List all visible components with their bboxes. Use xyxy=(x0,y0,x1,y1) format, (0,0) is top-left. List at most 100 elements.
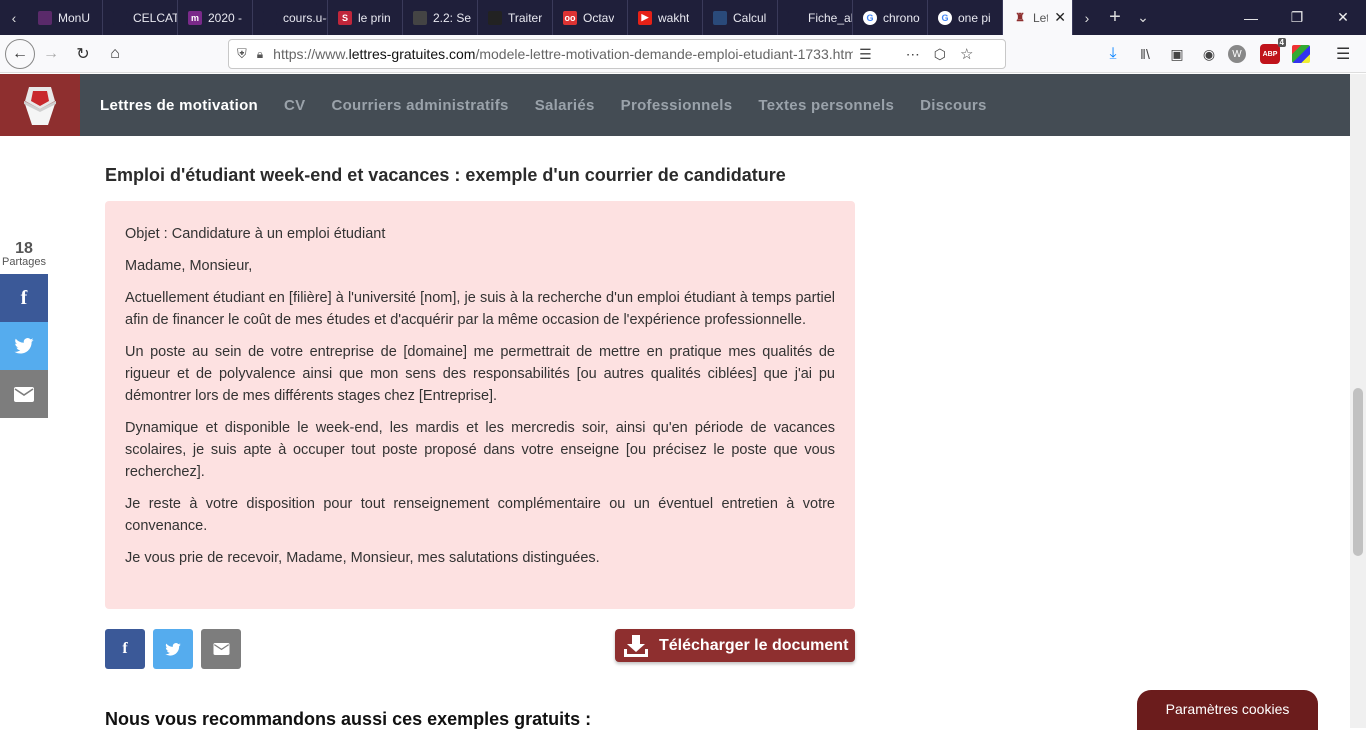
scrollbar-thumb[interactable] xyxy=(1353,388,1363,556)
browser-tab[interactable]: Gchrono xyxy=(853,0,928,35)
tab-favicon-icon: S xyxy=(338,10,352,25)
url-bar[interactable]: ⛨ 🔒︎ https://www.lettres-gratuites.com/m… xyxy=(228,39,1006,69)
nav-item[interactable]: Textes personnels xyxy=(758,97,894,114)
browser-tab[interactable]: ▶ wakht xyxy=(628,0,703,35)
adblock-badge: 4 xyxy=(1277,38,1286,47)
library-icon[interactable]: ‖\ xyxy=(1132,46,1158,62)
cookie-settings-label: Paramètres cookies xyxy=(1165,701,1290,717)
reload-icon[interactable]: ↻ xyxy=(67,38,99,70)
browser-tab[interactable]: Calcul xyxy=(703,0,778,35)
tab-close-icon[interactable]: ✕ xyxy=(1054,9,1066,26)
tab-title: cours.u-ce xyxy=(283,10,327,25)
reader-view-icon[interactable]: ☰ xyxy=(859,46,872,63)
extension-color-icon[interactable] xyxy=(1292,45,1310,63)
window-controls: — ❐ ✕ xyxy=(1228,0,1366,35)
browser-tab[interactable]: CELCAT Ca xyxy=(103,0,178,35)
side-facebook-share-button[interactable]: f xyxy=(0,274,48,322)
back-icon[interactable]: ← xyxy=(5,38,35,69)
tab-active-title: Let xyxy=(1033,10,1049,25)
home-icon[interactable]: ⌂ xyxy=(99,38,131,70)
page-actions-icon[interactable]: ⋯ xyxy=(906,46,920,63)
tab-favicon-icon xyxy=(788,10,802,25)
letter-paragraph: Objet : Candidature à un emploi étudiant xyxy=(125,226,386,242)
site-favicon-icon: ♜ xyxy=(1015,12,1025,24)
cookie-settings-button[interactable]: Paramètres cookies xyxy=(1137,690,1318,730)
tab-title: 2.2: Se xyxy=(433,10,472,25)
account-icon[interactable]: ◉ xyxy=(1196,46,1222,63)
tab-title: one pi xyxy=(958,10,991,25)
browser-toolbar: ← → ↻ ⌂ ⛨ 🔒︎ https://www.lettres-gratuit… xyxy=(0,35,1366,73)
browser-tab[interactable]: cours.u-ce xyxy=(253,0,328,35)
tab-scroll-left-icon[interactable]: ‹ xyxy=(0,0,28,35)
extension-w-icon[interactable]: W xyxy=(1228,45,1246,63)
tab-favicon-icon xyxy=(413,10,427,25)
tab-favicon-icon xyxy=(113,10,127,25)
browser-tab[interactable]: m 2020 - xyxy=(178,0,253,35)
restore-icon[interactable]: ❐ xyxy=(1274,0,1320,35)
facebook-share-button[interactable]: f xyxy=(105,629,145,669)
nav-item[interactable]: CV xyxy=(284,97,305,114)
tab-strip: MonUCELCAT Cam2020 -cours.u-ceSle prin2.… xyxy=(28,0,1003,35)
download-label: Télécharger le document xyxy=(659,636,849,654)
page-title: Emploi d'étudiant week-end et vacances :… xyxy=(105,165,786,185)
bookmark-star-icon[interactable]: ☆ xyxy=(960,45,973,63)
pocket-icon[interactable]: ⬡ xyxy=(934,46,946,63)
share-count: 18 Partages xyxy=(0,240,48,268)
download-icon xyxy=(624,634,648,657)
browser-tab[interactable]: 2.2: Se xyxy=(403,0,478,35)
menu-icon[interactable]: ☰ xyxy=(1336,44,1350,64)
tab-title: Traiter xyxy=(508,10,543,25)
email-icon xyxy=(213,643,229,655)
letter-paragraph: Actuellement étudiant en [filière] à l'u… xyxy=(125,290,835,328)
tab-title: Fiche_algo xyxy=(808,10,852,25)
site-logo[interactable] xyxy=(0,74,80,136)
tab-list-chevron-down-icon[interactable]: ⌄ xyxy=(1129,0,1157,35)
tab-favicon-icon xyxy=(713,10,727,25)
nav-item[interactable]: Discours xyxy=(920,97,987,114)
side-email-share-button[interactable] xyxy=(0,370,48,418)
browser-tab[interactable]: Traiter xyxy=(478,0,553,35)
sidebar-icon[interactable]: ▣ xyxy=(1164,46,1190,63)
recommend-heading: Nous vous recommandons aussi ces exemple… xyxy=(105,709,592,729)
twitter-icon xyxy=(14,338,34,354)
letter-paragraph: Un poste au sein de votre entreprise de … xyxy=(125,344,835,404)
letter-paragraph: Madame, Monsieur, xyxy=(125,258,253,274)
browser-tab[interactable]: MonU xyxy=(28,0,103,35)
close-window-icon[interactable]: ✕ xyxy=(1320,0,1366,35)
twitter-icon xyxy=(165,642,181,656)
browser-tab[interactable]: oo Octav xyxy=(553,0,628,35)
nav-item[interactable]: Salariés xyxy=(535,97,595,114)
tab-favicon-icon xyxy=(38,10,52,25)
tab-scroll-right-icon[interactable]: › xyxy=(1073,0,1101,35)
forward-icon[interactable]: → xyxy=(35,38,67,70)
letter-paragraph: Dynamique et disponible le week-end, les… xyxy=(125,420,835,480)
lock-icon[interactable]: 🔒︎ xyxy=(257,47,263,62)
share-count-label: Partages xyxy=(1,256,47,268)
browser-tab[interactable]: Fiche_algo xyxy=(778,0,853,35)
download-document-button[interactable]: Télécharger le document xyxy=(615,629,855,662)
url-text[interactable]: https://www.lettres-gratuites.com/modele… xyxy=(273,46,853,62)
nav-item[interactable]: Courriers administratifs xyxy=(331,97,508,114)
new-tab-icon[interactable]: + xyxy=(1101,0,1129,35)
facebook-icon: f xyxy=(122,640,128,657)
email-share-button[interactable] xyxy=(201,629,241,669)
page-scrollbar[interactable] xyxy=(1350,74,1366,728)
browser-tab[interactable]: Gone pi xyxy=(928,0,1003,35)
nav-item[interactable]: Lettres de motivation xyxy=(100,97,258,114)
adblock-plus-icon[interactable]: ABP 4 xyxy=(1260,38,1286,64)
browser-tab[interactable]: Sle prin xyxy=(328,0,403,35)
toolbar-right-icons: ⤓ ‖\ ▣ ◉ W ABP 4 ☰ xyxy=(1100,35,1350,73)
tab-title: le prin xyxy=(358,10,391,25)
tab-favicon-icon: m xyxy=(188,10,202,25)
minimize-icon[interactable]: — xyxy=(1228,0,1274,35)
side-twitter-share-button[interactable] xyxy=(0,322,48,370)
tab-favicon-icon xyxy=(263,10,277,25)
nav-item[interactable]: Professionnels xyxy=(621,97,733,114)
twitter-share-button[interactable] xyxy=(153,629,193,669)
download-icon[interactable]: ⤓ xyxy=(1100,45,1126,63)
tracking-shield-icon[interactable]: ⛨ xyxy=(237,46,247,62)
url-path: /modele-lettre-motivation-demande-emploi… xyxy=(475,46,854,62)
tab-active[interactable]: ♜ Let ✕ xyxy=(1003,0,1073,35)
tab-title: Calcul xyxy=(733,10,767,25)
url-prefix: https://www. xyxy=(273,46,349,62)
